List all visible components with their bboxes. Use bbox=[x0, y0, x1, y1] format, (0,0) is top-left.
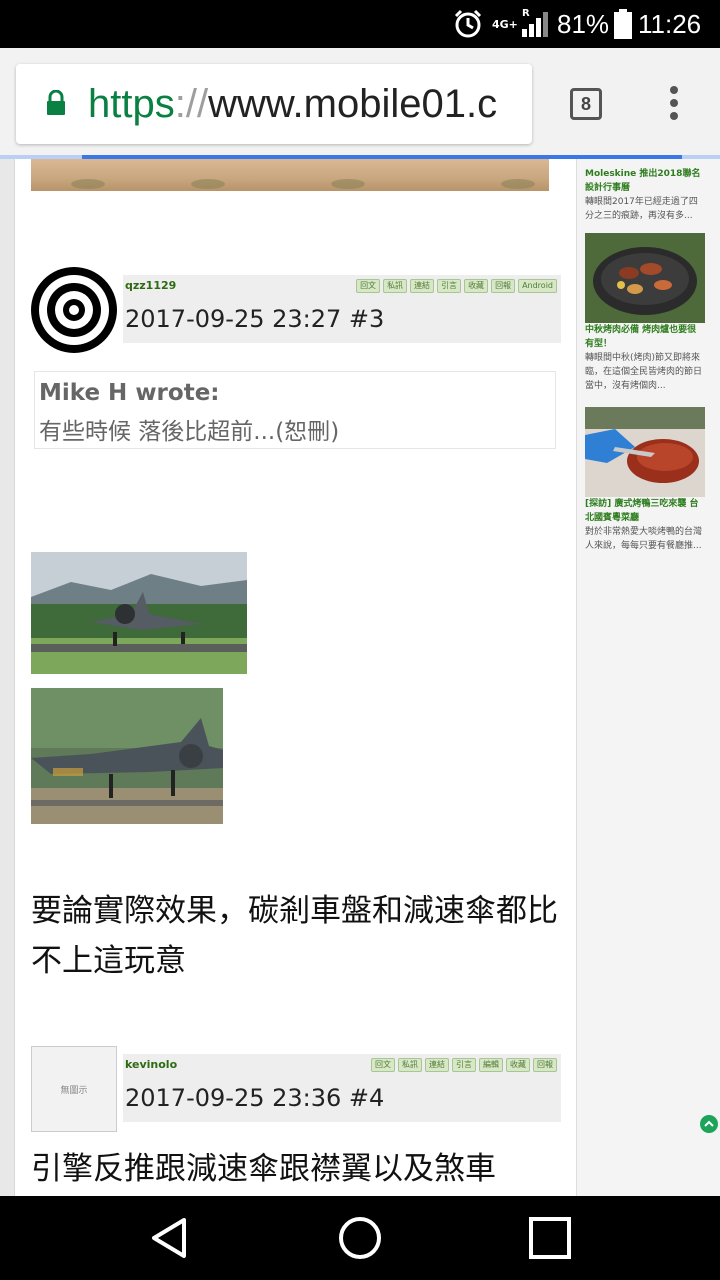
home-icon[interactable] bbox=[315, 1196, 405, 1280]
sidebar-article[interactable]: Moleskine 推出2018聯名設計行事曆 轉眼間2017年已經走過了四分之… bbox=[585, 167, 705, 223]
system-nav-bar bbox=[0, 1196, 720, 1280]
url-bar[interactable]: https://www.mobile01.c bbox=[16, 64, 532, 144]
jet-photo[interactable] bbox=[31, 552, 247, 674]
url-text[interactable]: https://www.mobile01.c bbox=[88, 64, 497, 144]
post-body: 要論實際效果，碳剎車盤和減速傘都比不上這玩意 bbox=[31, 893, 558, 979]
url-scheme: https bbox=[88, 82, 175, 126]
browser-toolbar: https://www.mobile01.c 8 bbox=[0, 48, 720, 156]
sidebar-article[interactable]: [探訪] 廣式烤鴨三吃來襲 台北國賓粵菜廳 對於非常熱愛大啖烤鴨的台灣人來說，每… bbox=[585, 407, 705, 553]
signal-icon: R bbox=[520, 0, 550, 48]
post-date-floor: 2017-09-25 23:36 #4 bbox=[125, 1084, 385, 1112]
network-type-icon: 4G+ bbox=[492, 0, 518, 48]
recents-icon[interactable] bbox=[505, 1196, 595, 1280]
bbq-grill-photo[interactable] bbox=[585, 233, 705, 323]
article-title[interactable]: Moleskine 推出2018聯名設計行事曆 bbox=[585, 167, 705, 195]
roaming-label: R bbox=[522, 8, 530, 19]
scroll-to-top-icon[interactable] bbox=[700, 1115, 718, 1133]
roast-duck-photo[interactable] bbox=[585, 407, 705, 497]
avatar[interactable] bbox=[31, 267, 117, 353]
message-button[interactable]: 私訊 bbox=[398, 1058, 422, 1072]
report-button[interactable]: 回報 bbox=[533, 1058, 557, 1072]
web-content: qzz1129 回文 私訊 連結 引言 收藏 回報 Android 2017-0… bbox=[0, 159, 720, 1196]
article-title[interactable]: 中秋烤肉必備 烤肉爐也要很有型！ bbox=[585, 323, 705, 351]
quote-block: Mike H wrote: 有些時候 落後比超前...(恕刪) bbox=[34, 371, 556, 449]
article-desc: 對於非常熱愛大啖烤鴨的台灣人來說，每每只要有餐廳推... bbox=[585, 527, 703, 551]
link-button[interactable]: 連結 bbox=[425, 1058, 449, 1072]
report-button[interactable]: 回報 bbox=[491, 279, 516, 293]
post-actions: 回文 私訊 連結 引言 編輯 收藏 回報 bbox=[371, 1058, 557, 1072]
network-type-label: 4G+ bbox=[492, 17, 518, 31]
reply-button[interactable]: 回文 bbox=[371, 1058, 395, 1072]
more-menu-icon[interactable] bbox=[662, 86, 686, 122]
edit-button[interactable]: 編輯 bbox=[479, 1058, 503, 1072]
username[interactable]: qzz1129 bbox=[125, 279, 176, 292]
article-desc: 轉眼間2017年已經走過了四分之三的痕跡，再沒有多... bbox=[585, 197, 698, 221]
message-button[interactable]: 私訊 bbox=[383, 279, 408, 293]
quote-button[interactable]: 引言 bbox=[437, 279, 462, 293]
status-bar: 4G+ R 81% 11:26 bbox=[0, 0, 720, 48]
url-separator: :// bbox=[174, 82, 209, 126]
bookmark-button[interactable]: 收藏 bbox=[506, 1058, 530, 1072]
link-button[interactable]: 連結 bbox=[410, 279, 435, 293]
sidebar-article[interactable]: 中秋烤肉必備 烤肉爐也要很有型！ 轉眼間中秋(烤肉)節又即將來臨，在這個全民皆烤… bbox=[585, 233, 705, 393]
url-host: www.mobile01.c bbox=[208, 82, 498, 126]
thread-column: qzz1129 回文 私訊 連結 引言 收藏 回報 Android 2017-0… bbox=[14, 159, 577, 1196]
post-meta: kevinolo 回文 私訊 連結 引言 編輯 收藏 回報 2017-09-25… bbox=[123, 1054, 561, 1122]
tab-switcher-button[interactable]: 8 bbox=[570, 88, 602, 120]
quote-author: Mike H wrote: bbox=[39, 380, 220, 406]
article-desc: 轉眼間中秋(烤肉)節又即將來臨，在這個全民皆烤肉的節日當中，沒有烤個肉... bbox=[585, 353, 703, 391]
avatar[interactable]: 無圖示 bbox=[31, 1046, 117, 1132]
post-header: 無圖示 kevinolo 回文 私訊 連結 引言 編輯 收藏 回報 2017-0… bbox=[31, 1046, 561, 1132]
battery-percent: 81% bbox=[557, 8, 610, 39]
username[interactable]: kevinolo bbox=[125, 1058, 177, 1071]
post-date-floor: 2017-09-25 23:27 #3 bbox=[125, 305, 385, 333]
quote-button[interactable]: 引言 bbox=[452, 1058, 476, 1072]
bookmark-button[interactable]: 收藏 bbox=[464, 279, 489, 293]
sidebar: Moleskine 推出2018聯名設計行事曆 轉眼間2017年已經走過了四分之… bbox=[576, 159, 720, 1196]
jet-photo[interactable] bbox=[31, 688, 223, 824]
lock-icon[interactable] bbox=[46, 89, 66, 120]
back-icon[interactable] bbox=[125, 1196, 215, 1280]
post-header: qzz1129 回文 私訊 連結 引言 收藏 回報 Android 2017-0… bbox=[31, 267, 561, 353]
article-title[interactable]: [探訪] 廣式烤鴨三吃來襲 台北國賓粵菜廳 bbox=[585, 497, 705, 525]
desert-photo bbox=[31, 159, 549, 191]
post-meta: qzz1129 回文 私訊 連結 引言 收藏 回報 Android 2017-0… bbox=[123, 275, 561, 343]
reply-button[interactable]: 回文 bbox=[356, 279, 381, 293]
battery-icon bbox=[613, 0, 633, 48]
post-body: 引擎反推跟減速傘跟襟翼以及煞車 bbox=[31, 1151, 496, 1187]
quote-text[interactable]: 有些時候 落後比超前...(恕刪) bbox=[39, 412, 339, 446]
post-actions: 回文 私訊 連結 引言 收藏 回報 Android bbox=[356, 279, 557, 293]
android-badge: Android bbox=[518, 279, 557, 293]
clock: 11:26 bbox=[638, 8, 702, 39]
alarm-icon bbox=[452, 0, 484, 48]
